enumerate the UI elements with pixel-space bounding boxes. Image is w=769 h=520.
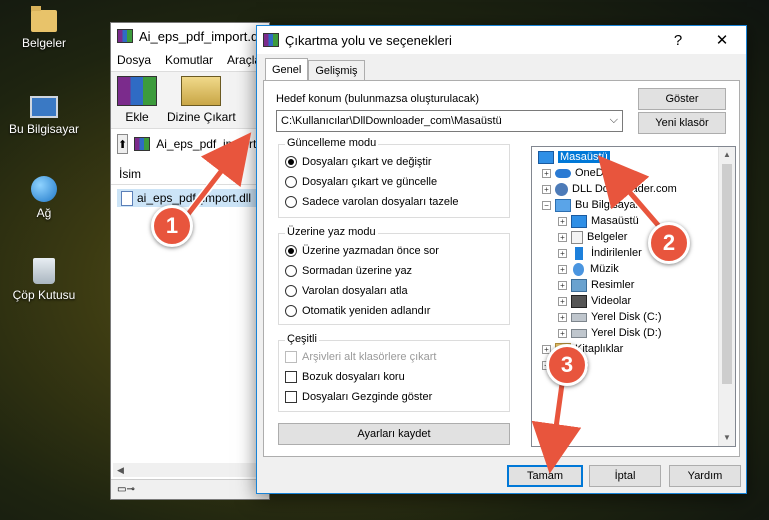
step-badge-2: 2 [648, 222, 690, 264]
step-badge-1: 1 [151, 205, 193, 247]
tab-general[interactable]: Genel [265, 58, 309, 80]
arrow-step-2-inner [597, 155, 667, 235]
step-badge-3: 3 [546, 344, 588, 386]
arrow-step-1-inner [179, 132, 252, 225]
annotation-arrows [178, 132, 668, 474]
